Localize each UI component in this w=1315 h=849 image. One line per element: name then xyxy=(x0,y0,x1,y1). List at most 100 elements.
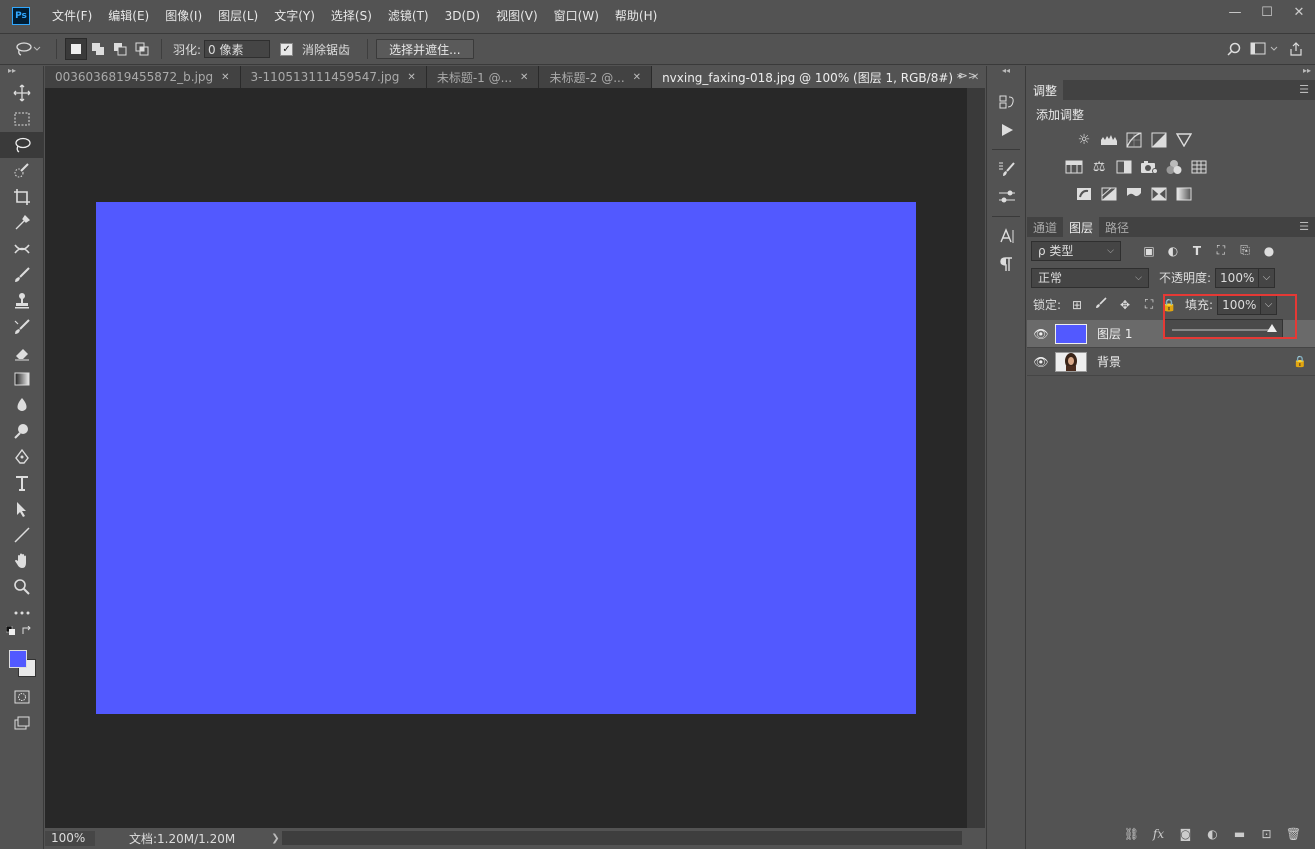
delete-layer-trash-icon[interactable]: 🗑 xyxy=(1280,827,1307,841)
pen-tool[interactable] xyxy=(0,444,44,470)
menu-3d[interactable]: 3D(D) xyxy=(437,0,488,31)
layer-style-fx-icon[interactable]: fx xyxy=(1145,827,1172,841)
new-selection-button[interactable] xyxy=(65,38,87,60)
edit-toolbar-button[interactable] xyxy=(0,600,44,626)
close-icon[interactable]: ✕ xyxy=(407,72,415,83)
fill-slider-track[interactable] xyxy=(1172,329,1272,331)
menu-type[interactable]: 文字(Y) xyxy=(266,0,323,31)
layer-name[interactable]: 背景 xyxy=(1097,353,1285,370)
lock-position-icon[interactable]: ✥ xyxy=(1113,298,1137,312)
default-colors-icon[interactable] xyxy=(6,626,22,644)
doc-tab-active[interactable]: nvxing_faxing-018.jpg @ 100% (图层 1, RGB/… xyxy=(652,66,991,88)
status-menu-arrow-icon[interactable]: ❯ xyxy=(271,833,279,844)
clone-stamp-tool[interactable] xyxy=(0,288,44,314)
filter-smart-object-icon[interactable]: ⎘ xyxy=(1233,243,1257,258)
filter-shape-layer-icon[interactable]: ⛶ xyxy=(1209,243,1233,258)
move-tool[interactable] xyxy=(0,80,44,106)
filter-adjustment-layer-icon[interactable]: ◐ xyxy=(1161,244,1185,258)
filter-toggle-icon[interactable]: ● xyxy=(1257,244,1281,258)
zoom-level[interactable]: 100% xyxy=(45,831,95,846)
horizontal-scrollbar[interactable] xyxy=(282,831,962,845)
path-selection-tool[interactable] xyxy=(0,496,44,522)
feather-input[interactable] xyxy=(204,40,271,58)
brightness-contrast-icon[interactable]: ☼ xyxy=(1073,129,1095,151)
collapse-right-panels-icon[interactable]: ▸▸ xyxy=(1027,66,1315,80)
exposure-icon[interactable] xyxy=(1148,129,1170,151)
close-icon[interactable]: ✕ xyxy=(520,72,528,83)
crop-tool[interactable] xyxy=(0,184,44,210)
tabs-overflow-icon[interactable]: >> xyxy=(959,69,977,82)
menu-filter[interactable]: 滤镜(T) xyxy=(380,0,437,31)
workspace-switcher[interactable] xyxy=(1245,38,1285,60)
new-adjustment-layer-icon[interactable]: ◐ xyxy=(1199,827,1226,841)
menu-help[interactable]: 帮助(H) xyxy=(607,0,665,31)
invert-icon[interactable] xyxy=(1073,183,1095,205)
tab-layers[interactable]: 图层 xyxy=(1063,217,1100,237)
menu-window[interactable]: 窗口(W) xyxy=(546,0,607,31)
color-lookup-icon[interactable] xyxy=(1188,156,1210,178)
clone-source-panel-button[interactable] xyxy=(987,183,1027,211)
vibrance-icon[interactable] xyxy=(1173,129,1195,151)
menu-image[interactable]: 图像(I) xyxy=(157,0,210,31)
antialias-checkbox[interactable]: ✓ xyxy=(280,42,294,56)
hue-saturation-icon[interactable] xyxy=(1063,156,1085,178)
share-button[interactable] xyxy=(1285,38,1307,60)
search-button[interactable] xyxy=(1223,38,1245,60)
zoom-tool[interactable] xyxy=(0,574,44,600)
blur-tool[interactable] xyxy=(0,392,44,418)
visibility-eye-icon[interactable]: 👁 xyxy=(1027,327,1055,341)
type-tool[interactable] xyxy=(0,470,44,496)
photo-filter-icon[interactable] xyxy=(1138,156,1160,178)
curves-icon[interactable] xyxy=(1123,129,1145,151)
close-icon[interactable]: ✕ xyxy=(221,72,229,83)
lock-transparent-pixels-icon[interactable]: ⊞ xyxy=(1065,298,1089,312)
layer-row[interactable]: 👁 背景 🔒 xyxy=(1027,348,1315,376)
panel-menu-icon[interactable]: ☰ xyxy=(1299,83,1309,96)
fill-input[interactable]: 100% xyxy=(1217,294,1262,315)
lock-all-icon[interactable]: 🔒 xyxy=(1161,298,1177,312)
black-white-icon[interactable] xyxy=(1113,156,1135,178)
quick-mask-button[interactable] xyxy=(0,684,44,710)
history-brush-tool[interactable] xyxy=(0,314,44,340)
foreground-color-swatch[interactable] xyxy=(9,650,27,668)
levels-icon[interactable] xyxy=(1098,129,1120,151)
close-button[interactable]: ✕ xyxy=(1283,0,1315,24)
maximize-button[interactable]: ☐ xyxy=(1251,0,1283,24)
actions-panel-button[interactable] xyxy=(987,116,1027,144)
link-layers-icon[interactable]: ⛓ xyxy=(1118,827,1145,841)
tab-paths[interactable]: 路径 xyxy=(1099,217,1135,237)
healing-brush-tool[interactable] xyxy=(0,236,44,262)
select-and-mask-button[interactable]: 选择并遮住... xyxy=(376,39,474,59)
swap-colors-icon[interactable] xyxy=(22,626,38,644)
collapse-toolbar-icon[interactable]: ▸▸ xyxy=(0,66,43,80)
add-mask-icon[interactable]: ◙ xyxy=(1172,827,1199,841)
menu-select[interactable]: 选择(S) xyxy=(323,0,380,31)
collapse-panels-icon[interactable]: ◂◂ xyxy=(987,66,1025,82)
minimize-button[interactable]: — xyxy=(1219,0,1251,24)
selective-color-icon[interactable] xyxy=(1148,183,1170,205)
eraser-tool[interactable] xyxy=(0,340,44,366)
tab-channels[interactable]: 通道 xyxy=(1027,217,1063,237)
layer-filter-kind-select[interactable]: ρ 类型 ⌵ xyxy=(1031,240,1121,261)
marquee-tool[interactable] xyxy=(0,106,44,132)
filter-pixel-layer-icon[interactable]: ▣ xyxy=(1137,244,1161,258)
line-tool[interactable] xyxy=(0,522,44,548)
opacity-input[interactable]: 100% xyxy=(1215,267,1260,288)
doc-tab-4[interactable]: 未标题-2 @... ✕ xyxy=(539,66,653,88)
paragraph-panel-button[interactable] xyxy=(987,250,1027,278)
menu-edit[interactable]: 编辑(E) xyxy=(100,0,157,31)
intersect-selection-button[interactable] xyxy=(131,38,153,60)
panel-menu-icon[interactable]: ☰ xyxy=(1299,220,1309,233)
doc-tab-1[interactable]: 0036036819455872_b.jpg ✕ xyxy=(45,66,241,88)
document-canvas[interactable] xyxy=(96,202,916,714)
subtract-from-selection-button[interactable] xyxy=(109,38,131,60)
fill-dropdown-icon[interactable]: ⌵ xyxy=(1261,294,1278,315)
tab-adjustments[interactable]: 调整 xyxy=(1027,80,1064,100)
menu-view[interactable]: 视图(V) xyxy=(488,0,546,31)
hand-tool[interactable] xyxy=(0,548,44,574)
visibility-eye-icon[interactable]: 👁 xyxy=(1027,355,1055,369)
brush-settings-panel-button[interactable] xyxy=(987,155,1027,183)
screen-mode-button[interactable] xyxy=(0,710,44,736)
fill-slider-thumb[interactable] xyxy=(1267,324,1277,332)
new-layer-icon[interactable]: ⊡ xyxy=(1253,827,1280,841)
